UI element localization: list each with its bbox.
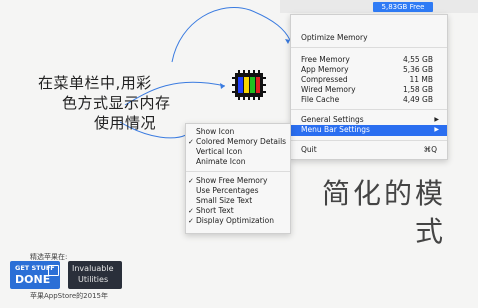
submenu-item-colored-memory-details[interactable]: Colored Memory Details [196, 137, 286, 147]
invaluable-utilities-badge: Invaluable Utilities [68, 261, 122, 289]
stat-label: Compressed [301, 75, 348, 84]
appstore-year-label: 苹果AppStore的2015年 [30, 292, 108, 300]
quit-item[interactable]: Quit [301, 145, 317, 155]
submenu-item-small-size-text[interactable]: Small Size Text [196, 196, 252, 206]
submenu-item-display-optimization[interactable]: Display Optimization [196, 216, 274, 226]
menu-divider [291, 140, 447, 141]
get-stuff-done-badge: GET STUFF DONE [10, 261, 60, 289]
menu-bar-settings-item[interactable]: Menu Bar Settings [301, 125, 370, 135]
iu-line-1: Invaluable [72, 264, 114, 273]
submenu-item-show-icon[interactable]: Show Icon [196, 127, 234, 137]
callout-line-2: 色方式显示内存 [62, 94, 171, 112]
menu-divider [186, 171, 290, 172]
checkbox-icon [48, 265, 59, 276]
submenu-arrow-icon: ▶ [434, 116, 439, 123]
stat-value: 11 MB [409, 75, 433, 84]
callout-line-3: 使用情况 [94, 114, 157, 132]
mode-text-line-2: 式 [415, 215, 447, 248]
submenu-item-animate-icon[interactable]: Animate Icon [196, 157, 246, 167]
stat-label: Wired Memory [301, 85, 356, 94]
general-settings-item[interactable]: General Settings [301, 115, 364, 125]
stat-label: Free Memory [301, 55, 350, 64]
iu-line-2: Utilities [78, 275, 109, 284]
stat-value: 5,36 GB [402, 65, 433, 74]
stat-label: File Cache [301, 95, 340, 104]
check-icon: ✓ [188, 177, 194, 185]
check-icon: ✓ [188, 207, 194, 215]
free-memory-badge[interactable]: 5,83GB Free [373, 2, 433, 12]
mode-text-line-1: 简化的模 [322, 177, 447, 210]
memory-chip-icon [232, 70, 266, 100]
stat-value: 1,58 GB [402, 85, 433, 94]
stat-value: 4,49 GB [402, 95, 433, 104]
memory-dropdown-menu: Optimize Memory Free Memory 4,55 GB App … [290, 14, 448, 160]
check-icon: ✓ [188, 217, 194, 225]
submenu-item-show-free-memory[interactable]: Show Free Memory [196, 176, 267, 186]
quit-shortcut: ⌘Q [423, 145, 437, 154]
submenu-arrow-icon: ▶ [434, 126, 439, 133]
submenu-item-use-percentages[interactable]: Use Percentages [196, 186, 259, 196]
menu-divider [291, 47, 447, 48]
stat-label: App Memory [301, 65, 349, 74]
stat-value: 4,55 GB [402, 55, 433, 64]
menu-bar-settings-submenu: Show Icon ✓ Colored Memory Details Verti… [185, 123, 291, 234]
submenu-item-short-text[interactable]: Short Text [196, 206, 234, 216]
check-icon: ✓ [188, 138, 194, 146]
gsd-line-2: DONE [15, 273, 51, 286]
menu-divider [291, 109, 447, 110]
submenu-item-vertical-icon[interactable]: Vertical Icon [196, 147, 242, 157]
callout-line-1: 在菜单栏中,用彩 [38, 74, 152, 92]
optimize-memory-item[interactable]: Optimize Memory [301, 33, 368, 43]
